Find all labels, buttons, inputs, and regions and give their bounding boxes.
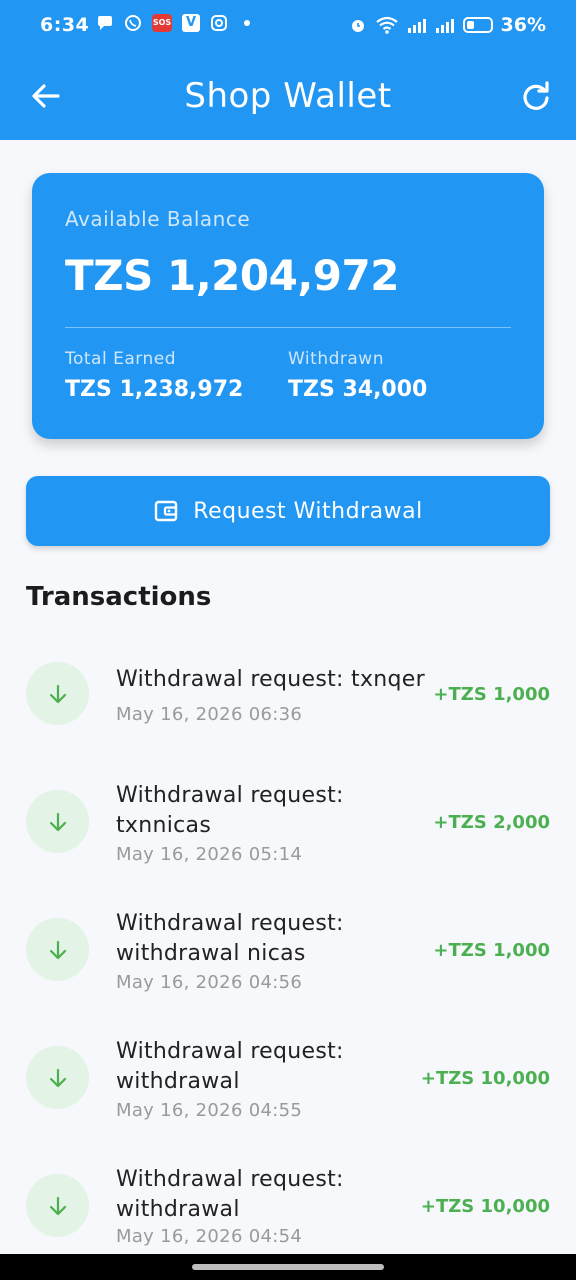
arrow-down-icon [49, 940, 66, 959]
transaction-amount: +TZS 10,000 [420, 1196, 550, 1217]
system-icons: 36% [349, 14, 546, 36]
more-notifications-dot [244, 20, 250, 26]
transactions-heading: Transactions [26, 582, 212, 612]
total-earned-value: TZS 1,238,972 [65, 377, 244, 402]
total-earned-label: Total Earned [65, 349, 176, 369]
request-withdrawal-label: Request Withdrawal [193, 498, 423, 524]
transaction-amount: +TZS 10,000 [420, 1068, 550, 1089]
alarm-icon [351, 20, 364, 32]
app-bar: Shop Wallet [0, 52, 576, 140]
available-balance-label: Available Balance [65, 207, 251, 231]
transaction-date: May 16, 2026 05:14 [116, 844, 303, 865]
transaction-icon-circle [26, 662, 89, 725]
transaction-title: Withdrawal request: withdrawal [116, 1167, 344, 1222]
transaction-icon-circle [26, 1046, 89, 1109]
request-withdrawal-button[interactable]: Request Withdrawal [26, 476, 550, 546]
arrow-down-icon [49, 812, 66, 831]
v-app-icon: V [182, 14, 200, 32]
battery-percent: 36% [500, 14, 546, 36]
transaction-amount: +TZS 1,000 [433, 940, 550, 961]
available-balance-amount: TZS 1,204,972 [65, 251, 399, 300]
transaction-date: May 16, 2026 06:36 [116, 704, 303, 725]
balance-card: Available Balance TZS 1,204,972 Total Ea… [32, 173, 544, 439]
transaction-date: May 16, 2026 04:54 [116, 1226, 303, 1247]
withdrawn-label: Withdrawn [288, 349, 384, 369]
wallet-icon [155, 500, 178, 522]
sos-icon: SOS [152, 14, 172, 32]
transaction-date: May 16, 2026 04:56 [116, 972, 303, 993]
transaction-title: Withdrawal request: withdrawal nicas [116, 911, 344, 966]
transaction-amount: +TZS 1,000 [433, 684, 550, 705]
withdrawn-value: TZS 34,000 [288, 377, 428, 402]
transaction-title: Withdrawal request: txnqer [116, 667, 425, 692]
arrow-down-icon [49, 1196, 66, 1215]
signal-icon [407, 19, 426, 33]
instagram-icon [211, 15, 227, 31]
transaction-icon-circle [26, 1174, 89, 1237]
message-icon [98, 16, 112, 30]
transaction-icon-circle [26, 918, 89, 981]
battery-icon [462, 17, 493, 33]
system-navigation-bar [0, 1254, 576, 1280]
transaction-date: May 16, 2026 04:55 [116, 1100, 303, 1121]
status-bar: 6:34 SOS V 36% [0, 0, 576, 52]
wifi-icon [375, 16, 398, 34]
page-title: Shop Wallet [184, 76, 392, 116]
arrow-down-icon [49, 1068, 66, 1087]
total-earned-block: Total Earned TZS 1,238,972 [65, 349, 243, 402]
transaction-amount: +TZS 2,000 [433, 812, 550, 833]
status-time: 6:34 [40, 14, 90, 36]
refresh-icon[interactable] [518, 78, 554, 114]
transaction-icon-circle [26, 790, 89, 853]
arrow-down-icon [49, 684, 66, 703]
transaction-title: Withdrawal request: withdrawal [116, 1039, 344, 1094]
whatsapp-icon [125, 15, 141, 31]
balance-divider [65, 327, 511, 328]
transaction-title: Withdrawal request: txnnicas [116, 783, 344, 838]
withdrawn-block: Withdrawn TZS 34,000 [288, 349, 427, 402]
notification-icons: SOS V [96, 14, 250, 32]
signal-icon-2 [435, 19, 454, 33]
home-gesture-handle[interactable] [192, 1264, 384, 1270]
